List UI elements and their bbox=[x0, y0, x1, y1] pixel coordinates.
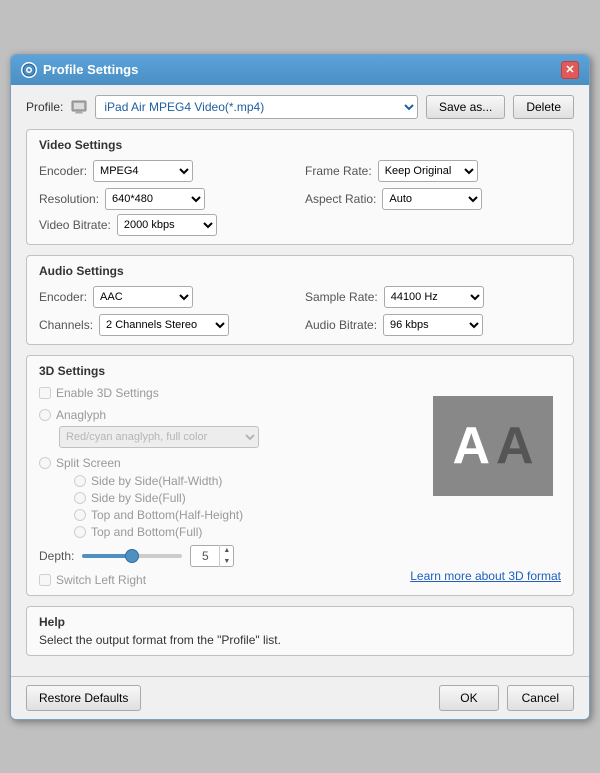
3d-settings-section: 3D Settings Enable 3D Settings Anaglyph … bbox=[26, 355, 574, 596]
depth-up-arrow[interactable]: ▲ bbox=[220, 545, 233, 556]
profile-label: Profile: bbox=[26, 100, 63, 114]
video-settings-grid: Encoder: MPEG4 Frame Rate: Keep Original… bbox=[39, 160, 561, 210]
profile-dropdown[interactable]: iPad Air MPEG4 Video(*.mp4) bbox=[95, 95, 418, 119]
video-bitrate-row: Video Bitrate: 2000 kbps bbox=[39, 214, 561, 236]
title-bar-left: Profile Settings bbox=[21, 62, 138, 78]
3d-preview: A A bbox=[433, 396, 553, 496]
cancel-button[interactable]: Cancel bbox=[507, 685, 574, 711]
frame-rate-row: Frame Rate: Keep Original bbox=[305, 160, 561, 182]
video-settings-title: Video Settings bbox=[39, 138, 561, 152]
split-screen-radio[interactable] bbox=[39, 457, 51, 469]
bottom-right-buttons: OK Cancel bbox=[439, 685, 574, 711]
depth-arrows: ▲ ▼ bbox=[219, 545, 233, 567]
video-settings-section: Video Settings Encoder: MPEG4 Frame Rate… bbox=[26, 129, 574, 245]
preview-letter-left: A bbox=[452, 416, 490, 476]
side-full-label: Side by Side(Full) bbox=[91, 491, 186, 505]
audio-bitrate-row: Audio Bitrate: 96 kbps bbox=[305, 314, 561, 336]
close-button[interactable]: ✕ bbox=[561, 61, 579, 79]
help-section: Help Select the output format from the "… bbox=[26, 606, 574, 656]
depth-label: Depth: bbox=[39, 549, 74, 563]
depth-value-control: 5 ▲ ▼ bbox=[190, 545, 234, 567]
preview-letter-right: A bbox=[496, 416, 534, 476]
sample-rate-label: Sample Rate: bbox=[305, 290, 378, 304]
ok-button[interactable]: OK bbox=[439, 685, 498, 711]
encoder-dropdown[interactable]: MPEG4 bbox=[93, 160, 193, 182]
help-text: Select the output format from the "Profi… bbox=[39, 633, 561, 647]
resolution-label: Resolution: bbox=[39, 192, 99, 206]
profile-device-icon bbox=[71, 99, 87, 115]
depth-slider[interactable] bbox=[82, 554, 182, 558]
app-icon bbox=[21, 62, 37, 78]
audio-settings-section: Audio Settings Encoder: AAC Sample Rate:… bbox=[26, 255, 574, 345]
audio-encoder-label: Encoder: bbox=[39, 290, 87, 304]
audio-settings-grid: Encoder: AAC Sample Rate: 44100 Hz Chann… bbox=[39, 286, 561, 336]
depth-row: Depth: 5 ▲ ▼ bbox=[39, 545, 561, 567]
frame-rate-label: Frame Rate: bbox=[305, 164, 372, 178]
learn-more-link[interactable]: Learn more about 3D format bbox=[410, 569, 561, 583]
bottom-bar: Restore Defaults OK Cancel bbox=[11, 676, 589, 719]
dialog-title: Profile Settings bbox=[43, 62, 138, 77]
delete-button[interactable]: Delete bbox=[513, 95, 574, 119]
help-title: Help bbox=[39, 615, 561, 629]
anaglyph-type-dropdown: Red/cyan anaglyph, full color bbox=[59, 426, 259, 448]
profile-row: Profile: iPad Air MPEG4 Video(*.mp4) Sav… bbox=[26, 95, 574, 119]
video-bitrate-dropdown[interactable]: 2000 kbps bbox=[117, 214, 217, 236]
depth-down-arrow[interactable]: ▼ bbox=[220, 556, 233, 567]
top-bottom-half-row: Top and Bottom(Half-Height) bbox=[74, 508, 561, 522]
top-full-label: Top and Bottom(Full) bbox=[91, 525, 202, 539]
channels-label: Channels: bbox=[39, 318, 93, 332]
title-bar: Profile Settings ✕ bbox=[11, 55, 589, 85]
3d-settings-title: 3D Settings bbox=[39, 364, 561, 378]
split-screen-label: Split Screen bbox=[56, 456, 121, 470]
dialog-content: Profile: iPad Air MPEG4 Video(*.mp4) Sav… bbox=[11, 85, 589, 676]
side-half-label: Side by Side(Half-Width) bbox=[91, 474, 222, 488]
enable-3d-checkbox[interactable] bbox=[39, 387, 51, 399]
audio-encoder-row: Encoder: AAC bbox=[39, 286, 295, 308]
aspect-ratio-dropdown[interactable]: Auto bbox=[382, 188, 482, 210]
anaglyph-label: Anaglyph bbox=[56, 408, 106, 422]
resolution-row: Resolution: 640*480 bbox=[39, 188, 295, 210]
top-bottom-full-row: Top and Bottom(Full) bbox=[74, 525, 561, 539]
audio-encoder-dropdown[interactable]: AAC bbox=[93, 286, 193, 308]
audio-bitrate-dropdown[interactable]: 96 kbps bbox=[383, 314, 483, 336]
sample-rate-row: Sample Rate: 44100 Hz bbox=[305, 286, 561, 308]
encoder-row: Encoder: MPEG4 bbox=[39, 160, 295, 182]
anaglyph-radio[interactable] bbox=[39, 409, 51, 421]
enable-3d-label: Enable 3D Settings bbox=[56, 386, 159, 400]
channels-row: Channels: 2 Channels Stereo bbox=[39, 314, 295, 336]
video-bitrate-label: Video Bitrate: bbox=[39, 218, 111, 232]
top-half-radio[interactable] bbox=[74, 509, 86, 521]
side-full-radio[interactable] bbox=[74, 492, 86, 504]
side-half-radio[interactable] bbox=[74, 475, 86, 487]
profile-settings-dialog: Profile Settings ✕ Profile: iPad Air MPE… bbox=[10, 54, 590, 720]
aspect-ratio-row: Aspect Ratio: Auto bbox=[305, 188, 561, 210]
preview-aa-letters: A A bbox=[452, 416, 533, 476]
encoder-label: Encoder: bbox=[39, 164, 87, 178]
resolution-dropdown[interactable]: 640*480 bbox=[105, 188, 205, 210]
channels-dropdown[interactable]: 2 Channels Stereo bbox=[99, 314, 229, 336]
depth-number: 5 bbox=[191, 549, 219, 563]
switch-left-right-checkbox[interactable] bbox=[39, 574, 51, 586]
audio-bitrate-label: Audio Bitrate: bbox=[305, 318, 377, 332]
sample-rate-dropdown[interactable]: 44100 Hz bbox=[384, 286, 484, 308]
switch-left-right-label: Switch Left Right bbox=[56, 573, 146, 587]
frame-rate-dropdown[interactable]: Keep Original bbox=[378, 160, 478, 182]
restore-defaults-button[interactable]: Restore Defaults bbox=[26, 685, 141, 711]
aspect-ratio-label: Aspect Ratio: bbox=[305, 192, 376, 206]
save-as-button[interactable]: Save as... bbox=[426, 95, 505, 119]
top-full-radio[interactable] bbox=[74, 526, 86, 538]
audio-settings-title: Audio Settings bbox=[39, 264, 561, 278]
top-half-label: Top and Bottom(Half-Height) bbox=[91, 508, 243, 522]
